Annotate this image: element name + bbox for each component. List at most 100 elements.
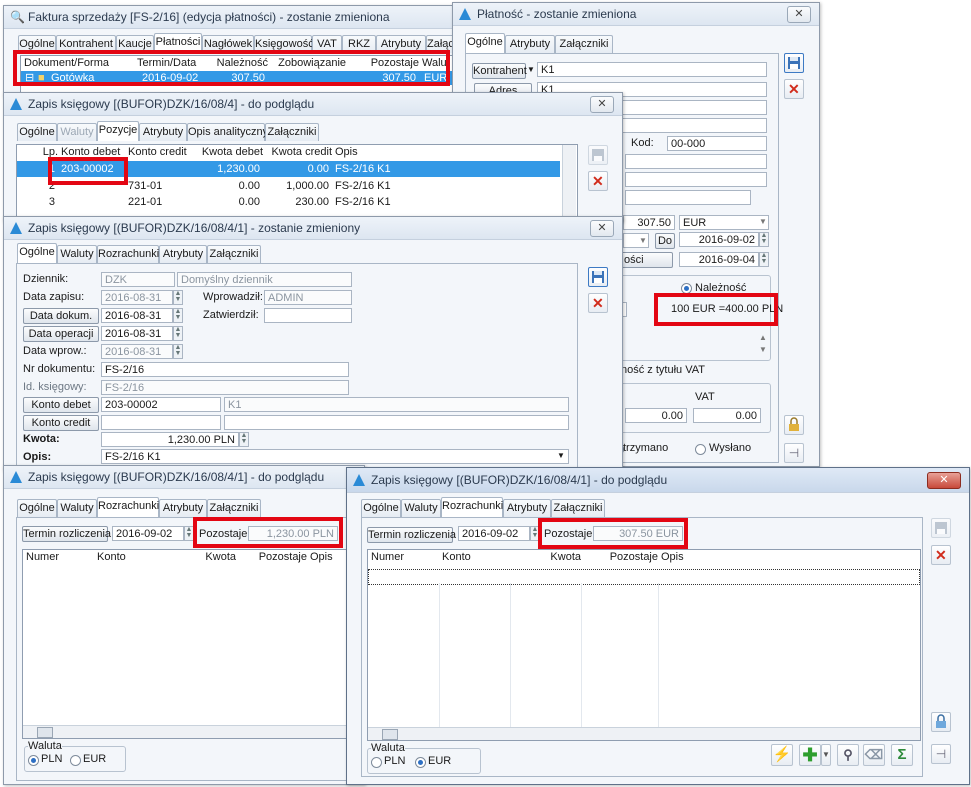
settlement-pln-titlebar[interactable]: Zapis księgowy [(BUFOR)DZK/16/08/4/1] - … — [4, 466, 364, 489]
invoice-titlebar[interactable]: 🔍 Faktura sprzedaży [FS-2/16] (edycja pł… — [4, 6, 459, 29]
opis-field[interactable]: FS-2/16 K1 — [101, 449, 569, 464]
tab-zalaczniki[interactable]: Załączniki — [207, 245, 261, 263]
date1-spinner[interactable]: ▲ ▼ — [759, 232, 769, 247]
data-zapisu-field[interactable]: 2016-08-31 — [101, 290, 173, 305]
wprowadzil-field[interactable]: ADMIN — [264, 290, 352, 305]
data-dokum-spinner[interactable]: ▲ ▼ — [173, 308, 183, 323]
settlement-eur-hscroll[interactable] — [368, 727, 920, 740]
tab-opis-analityczny[interactable]: Opis analityczny — [187, 123, 268, 141]
tab-waluty[interactable]: Waluty — [57, 499, 97, 517]
save-button[interactable] — [784, 53, 804, 73]
konto-credit-name[interactable] — [224, 415, 569, 430]
eur-radio[interactable] — [70, 755, 81, 766]
tab-zalaczniki[interactable]: Załączniki — [207, 499, 261, 517]
col-pozostaje[interactable]: Pozostaje — [236, 550, 308, 565]
close-icon[interactable]: ✕ — [787, 6, 811, 23]
lock-button[interactable] — [784, 415, 804, 435]
date2-spinner[interactable]: ▲ ▼ — [759, 252, 769, 267]
table-row[interactable]: 3 221-01 0.00 230.00 FS-2/16 K1 — [17, 194, 560, 210]
settlement-pln-hscroll[interactable] — [23, 725, 364, 738]
miasto-field[interactable] — [625, 154, 767, 169]
kwota-spinner[interactable]: ▲ ▼ — [239, 432, 249, 447]
edit-titlebar[interactable]: Zapis księgowy [(BUFOR)DZK/16/08/4/1] - … — [4, 217, 622, 240]
col-kwota-credit[interactable]: Kwota credit — [263, 145, 333, 160]
kontrahent-field[interactable]: K1 — [537, 62, 767, 77]
save-button[interactable] — [588, 267, 608, 287]
col-kwota-debet[interactable]: Kwota debet — [196, 145, 264, 160]
settlement-eur-titlebar[interactable]: Zapis księgowy [(BUFOR)DZK/16/08/4/1] - … — [347, 468, 969, 493]
col-kwota[interactable]: Kwota — [165, 550, 237, 565]
date1-field[interactable]: 2016-09-02 — [679, 232, 759, 247]
ulica-field[interactable] — [625, 172, 767, 187]
kwota-field[interactable]: 307.50 — [623, 215, 675, 230]
col-kwota[interactable]: Kwota — [510, 550, 582, 565]
delete-button[interactable]: ✕ — [588, 293, 608, 313]
scroll-thumb[interactable] — [382, 729, 398, 740]
waluta-select[interactable]: EUR — [679, 215, 769, 230]
chevron-down-icon[interactable]: ▼ — [527, 65, 535, 74]
pln-radio[interactable] — [371, 757, 382, 768]
dziennik-code[interactable]: DZK — [101, 272, 175, 287]
col-numer[interactable]: Numer — [23, 550, 95, 565]
nr-dokumentu-field[interactable]: FS-2/16 — [101, 362, 349, 377]
data-wprow-spinner[interactable]: ▲ ▼ — [173, 344, 183, 359]
chevron-down-icon[interactable]: ▼ — [759, 345, 767, 354]
chevron-down-icon[interactable]: ▼ — [557, 451, 565, 460]
close-icon[interactable]: ✕ — [590, 220, 614, 237]
chevron-up-icon[interactable]: ▲ — [759, 333, 767, 342]
add-button[interactable]: ✚ — [799, 744, 821, 766]
konto-debet-button[interactable]: Konto debet — [23, 397, 99, 413]
wyslano-radio[interactable] — [695, 444, 706, 455]
lightning-button[interactable]: ⚡ — [771, 744, 793, 766]
date2-field[interactable]: 2016-09-04 — [679, 252, 759, 267]
col-konto-credit[interactable]: Konto credit — [125, 145, 197, 160]
trash-button[interactable]: ⌫ — [863, 744, 885, 766]
pin-button[interactable]: ⊣ — [784, 443, 804, 463]
data-dokum-button[interactable]: Data dokum. — [23, 308, 99, 324]
pin-button[interactable]: ⊣ — [931, 744, 951, 764]
save-button[interactable] — [931, 518, 951, 538]
col-opis[interactable]: Opis — [658, 550, 920, 565]
sum-button[interactable]: Σ — [891, 744, 913, 766]
tab-atrybuty[interactable]: Atrybuty — [159, 245, 207, 263]
col-konto[interactable]: Konto — [94, 550, 166, 565]
tab-rozrachunki[interactable]: Rozrachunki — [97, 245, 159, 263]
col-opis[interactable]: Opis — [332, 145, 563, 160]
close-icon[interactable]: ✕ — [590, 96, 614, 113]
tab-atrybuty[interactable]: Atrybuty — [139, 123, 187, 141]
save-button[interactable] — [588, 145, 608, 165]
partial-button[interactable]: ości — [621, 252, 673, 268]
tab-rozrachunki[interactable]: Rozrachunki — [97, 497, 159, 517]
scroll-thumb[interactable] — [37, 727, 53, 738]
tab-rozrachunki[interactable]: Rozrachunki — [441, 497, 503, 517]
tab-waluty[interactable]: Waluty — [57, 245, 97, 263]
positions-titlebar[interactable]: Zapis księgowy [(BUFOR)DZK/16/08/4] - do… — [4, 93, 622, 116]
data-zapisu-spinner[interactable]: ▲ ▼ — [173, 290, 183, 305]
konto-credit-field[interactable] — [101, 415, 221, 430]
chevron-down-icon[interactable]: ▼ — [821, 744, 831, 766]
notes-field[interactable] — [625, 190, 751, 205]
payment-titlebar[interactable]: Płatność - zostanie zmieniona ✕ — [453, 3, 819, 26]
tab-ogolne[interactable]: Ogólne — [17, 499, 57, 517]
data-dokum-field[interactable]: 2016-08-31 — [101, 308, 173, 323]
tab-atrybuty[interactable]: Atrybuty — [505, 35, 555, 53]
tab-zalaczniki[interactable]: Załączniki — [265, 123, 319, 141]
kod-field[interactable]: 00-000 — [667, 136, 767, 151]
delete-button[interactable]: ✕ — [588, 171, 608, 191]
tab-waluty[interactable]: Waluty — [57, 123, 97, 141]
data-operacji-button[interactable]: Data operacji — [23, 326, 99, 342]
vat-value1[interactable]: 0.00 — [625, 408, 687, 423]
table-row[interactable] — [368, 569, 920, 585]
zatwierdzil-field[interactable] — [264, 308, 352, 323]
pln-radio[interactable] — [28, 755, 39, 766]
data-operacji-field[interactable]: 2016-08-31 — [101, 326, 173, 341]
tab-ogolne[interactable]: Ogólne — [17, 243, 57, 263]
positions-scrollbar[interactable] — [562, 145, 576, 221]
col-konto[interactable]: Konto — [439, 550, 511, 565]
id-ksiegowy-field[interactable]: FS-2/16 — [101, 380, 349, 395]
lock-button[interactable] — [931, 712, 951, 732]
kwota-field[interactable]: 1,230.00 PLN — [101, 432, 239, 447]
termin-rozliczenia-button[interactable]: Termin rozliczenia — [22, 526, 111, 542]
delete-button[interactable]: ✕ — [784, 79, 804, 99]
close-icon[interactable]: ✕ — [927, 472, 961, 489]
